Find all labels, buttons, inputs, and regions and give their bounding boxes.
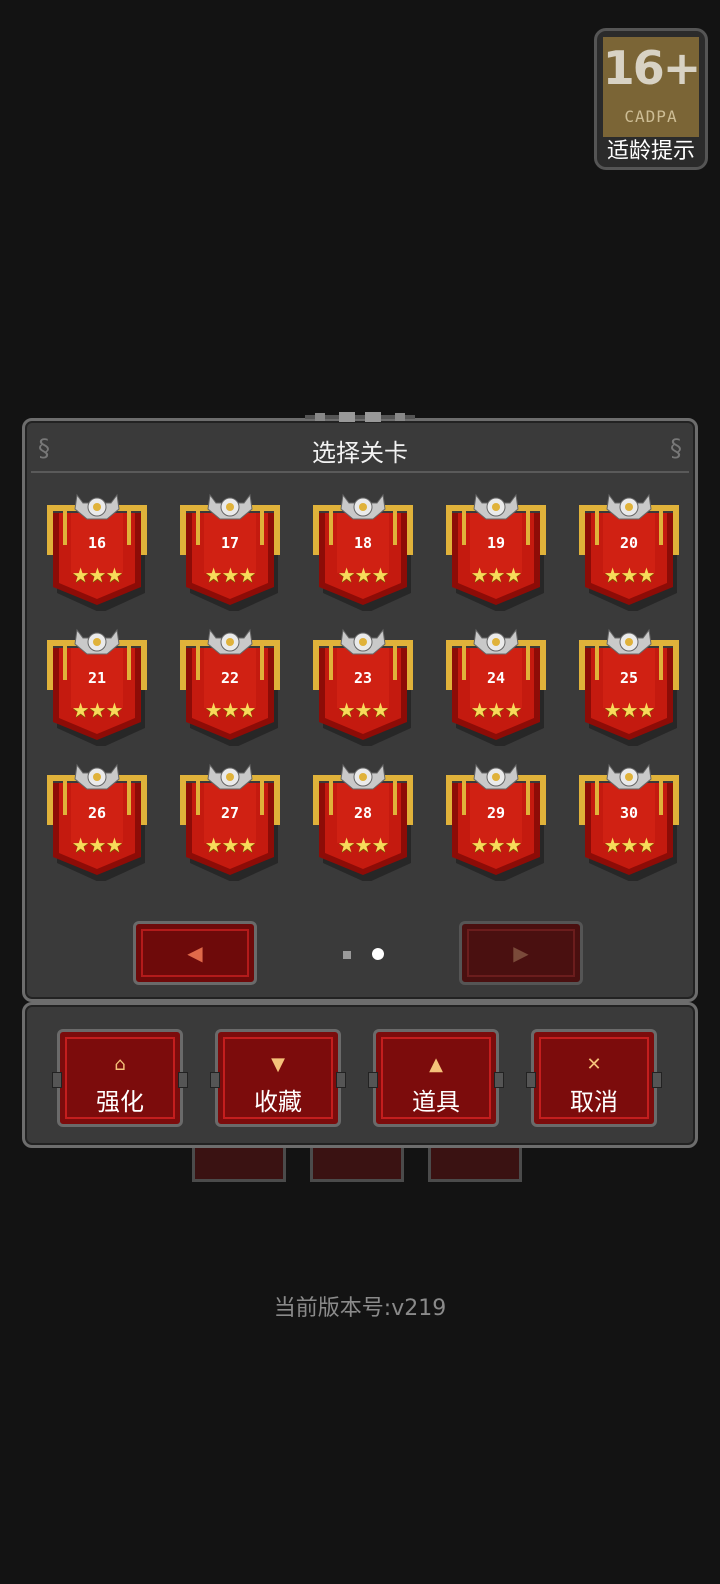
dialog-header: § 选择关卡 § <box>31 425 689 473</box>
level-number: 29 <box>486 804 506 822</box>
level-banner-17[interactable]: 17 ★★★ <box>176 491 284 611</box>
collection-button[interactable]: ▼ 收藏 <box>210 1029 346 1127</box>
star-rating: ★★★ <box>470 563 523 587</box>
items-button[interactable]: ▲ 道具 <box>368 1029 504 1127</box>
star-rating: ★★★ <box>204 563 257 587</box>
prev-page-button[interactable]: ◀ <box>133 921 257 985</box>
star-rating: ★★★ <box>71 563 124 587</box>
level-number: 19 <box>486 534 506 552</box>
page-indicator-1 <box>343 951 351 959</box>
level-banner-24[interactable]: 24 ★★★ <box>442 626 550 746</box>
star-rating: ★★★ <box>337 563 390 587</box>
level-select-dialog: § 选择关卡 § 16 ★★★ 17 ★★★ 18 ★★★ 19 ★★★ 20 ★★★ 21 ★★★ 2… <box>22 412 698 1002</box>
age-rating-org: CADPA <box>624 107 678 126</box>
version-text: 当前版本号:v219 <box>273 1296 447 1321</box>
star-rating: ★★★ <box>470 698 523 722</box>
star-rating: ★★★ <box>337 698 390 722</box>
level-number: 21 <box>87 669 107 687</box>
star-rating: ★★★ <box>603 833 656 857</box>
next-page-button[interactable]: ▶ <box>459 921 583 985</box>
level-number: 23 <box>353 669 373 687</box>
ornament-icon <box>305 412 415 422</box>
level-banner-28[interactable]: 28 ★★★ <box>309 761 417 881</box>
corner-scroll-icon: § <box>670 434 682 462</box>
level-banner-18[interactable]: 18 ★★★ <box>309 491 417 611</box>
age-rating-number: 16+ <box>602 41 702 95</box>
page-indicator-2-active <box>372 948 384 960</box>
level-number: 16 <box>87 534 107 552</box>
cancel-label: 取消 <box>570 1088 618 1116</box>
level-banner-22[interactable]: 22 ★★★ <box>176 626 284 746</box>
items-label: 道具 <box>412 1088 460 1116</box>
star-rating: ★★★ <box>603 698 656 722</box>
level-grid: 16 ★★★ 17 ★★★ 18 ★★★ 19 ★★★ 20 ★★★ 21 ★★★ 22 ★★★ 23 ★★★… <box>45 491 685 921</box>
collection-label: 收藏 <box>254 1088 302 1116</box>
level-number: 22 <box>220 669 240 687</box>
upgrade-label: 强化 <box>96 1088 144 1116</box>
chalice-icon: ▼ <box>271 1054 285 1075</box>
level-banner-23[interactable]: 23 ★★★ <box>309 626 417 746</box>
level-number: 18 <box>353 534 373 552</box>
level-banner-19[interactable]: 19 ★★★ <box>442 491 550 611</box>
star-rating: ★★★ <box>71 833 124 857</box>
close-icon: ✕ <box>586 1054 602 1075</box>
star-rating: ★★★ <box>204 698 257 722</box>
level-banner-16[interactable]: 16 ★★★ <box>43 491 151 611</box>
level-number: 26 <box>87 804 107 822</box>
level-banner-29[interactable]: 29 ★★★ <box>442 761 550 881</box>
dialog-title: 选择关卡 <box>312 439 408 467</box>
star-rating: ★★★ <box>204 833 257 857</box>
cancel-button[interactable]: ✕ 取消 <box>526 1029 662 1127</box>
action-bar: ⌂ 强化 ▼ 收藏 ▲ 道具 ✕ 取消 <box>22 1002 698 1148</box>
upgrade-icon: ⌂ <box>114 1054 126 1075</box>
arrow-right-icon: ▶ <box>513 941 529 965</box>
level-number: 30 <box>619 804 639 822</box>
level-banner-27[interactable]: 27 ★★★ <box>176 761 284 881</box>
level-number: 17 <box>220 534 240 552</box>
star-rating: ★★★ <box>71 698 124 722</box>
level-banner-20[interactable]: 20 ★★★ <box>575 491 683 611</box>
star-rating: ★★★ <box>337 833 390 857</box>
age-rating-badge: 16+ CADPA 适龄提示 <box>594 28 708 170</box>
potion-icon: ▲ <box>429 1054 443 1075</box>
level-banner-21[interactable]: 21 ★★★ <box>43 626 151 746</box>
arrow-left-icon: ◀ <box>187 941 203 965</box>
level-number: 27 <box>220 804 240 822</box>
level-banner-25[interactable]: 25 ★★★ <box>575 626 683 746</box>
upgrade-button[interactable]: ⌂ 强化 <box>52 1029 188 1127</box>
level-number: 20 <box>619 534 639 552</box>
level-number: 24 <box>486 669 506 687</box>
star-rating: ★★★ <box>603 563 656 587</box>
star-rating: ★★★ <box>470 833 523 857</box>
age-rating-tip: 适龄提示 <box>606 139 695 164</box>
level-banner-30[interactable]: 30 ★★★ <box>575 761 683 881</box>
level-number: 25 <box>619 669 639 687</box>
level-banner-26[interactable]: 26 ★★★ <box>43 761 151 881</box>
level-number: 28 <box>353 804 373 822</box>
